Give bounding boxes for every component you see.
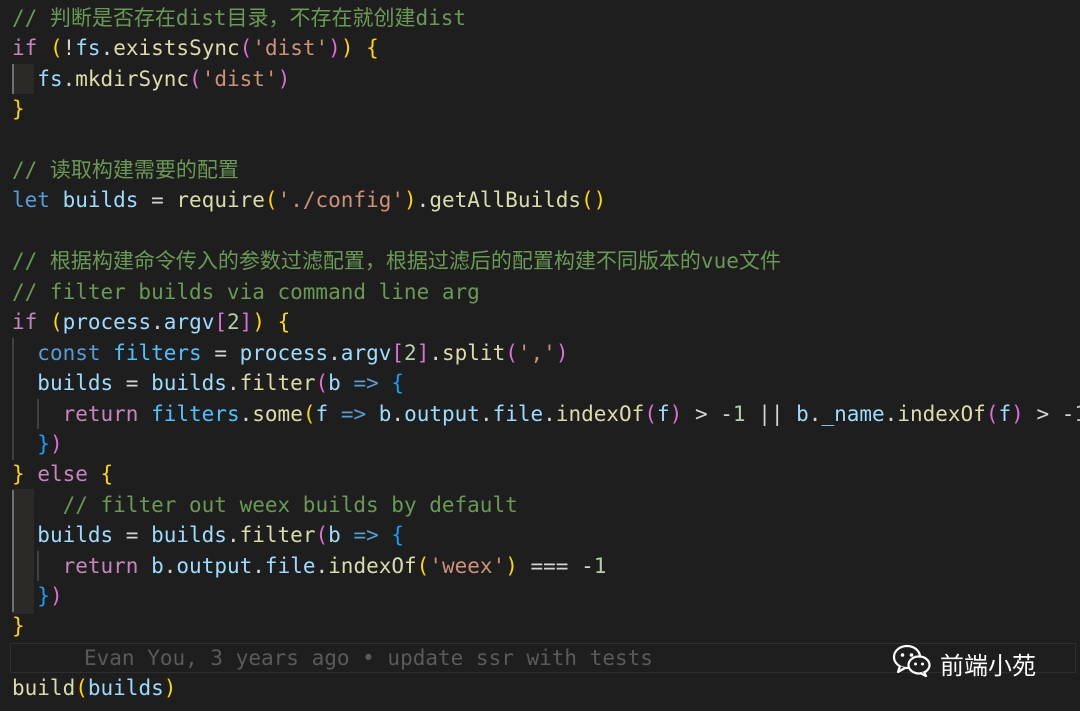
- code-line: return b.output.file.indexOf('weex') ===…: [62, 554, 607, 578]
- code-line: return filters.some(f => b.output.file.i…: [62, 402, 1080, 426]
- git-blame-annotation: Evan You, 3 years ago • update ssr with …: [84, 646, 653, 670]
- code-line: if (process.argv[2]) {: [12, 310, 291, 334]
- code-line: }): [37, 432, 63, 456]
- code-line: }: [12, 614, 25, 638]
- watermark-text: 前端小苑: [940, 651, 1036, 680]
- code-line: }: [12, 97, 25, 121]
- code-editor[interactable]: // 判断是否存在dist目录，不存在就创建dist if (!fs.exist…: [0, 0, 1080, 711]
- code-line: fs.mkdirSync('dist'): [37, 67, 291, 91]
- code-line: }): [37, 584, 63, 608]
- code-line: // 读取构建需要的配置: [12, 158, 239, 182]
- code-line: let builds = require('./config').getAllB…: [12, 188, 607, 212]
- code-line: const filters = process.argv[2].split(',…: [37, 341, 569, 365]
- watermark: 前端小苑: [892, 644, 1036, 682]
- code-line: builds = builds.filter(b => {: [37, 523, 405, 547]
- code-line: } else {: [12, 462, 114, 486]
- code-line: // 判断是否存在dist目录，不存在就创建dist: [12, 6, 467, 30]
- code-line: // filter out weex builds by default: [37, 493, 518, 517]
- code-line: if (!fs.existsSync('dist')) {: [12, 36, 379, 60]
- code-line: builds = builds.filter(b => {: [37, 371, 405, 395]
- code-line: // filter builds via command line arg: [12, 280, 480, 304]
- code-line: // 根据构建命令传入的参数过滤配置，根据过滤后的配置构建不同版本的vue文件: [12, 249, 781, 273]
- code-line: build(builds): [12, 676, 177, 700]
- wechat-icon: [892, 644, 932, 682]
